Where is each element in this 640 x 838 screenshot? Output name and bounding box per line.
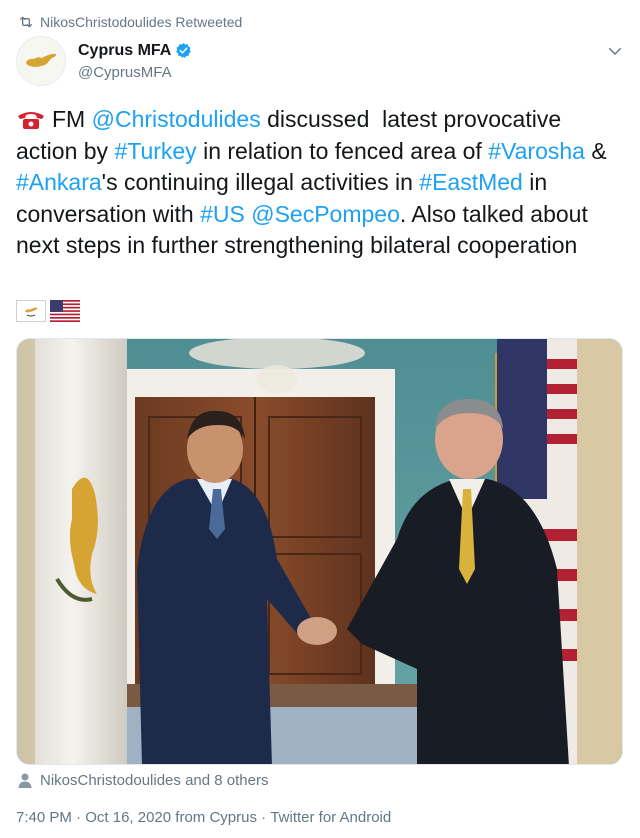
avatar[interactable] bbox=[16, 36, 66, 86]
tweet-time[interactable]: 7:40 PM bbox=[16, 809, 72, 826]
hashtag-link[interactable]: #Turkey bbox=[114, 138, 196, 164]
hashtag-link[interactable]: #Varosha bbox=[488, 138, 585, 164]
retweet-indicator[interactable]: NikosChristodoulides Retweeted bbox=[18, 12, 242, 32]
tweet-text-segment: & bbox=[584, 137, 614, 164]
flag-cyprus-icon bbox=[16, 300, 46, 322]
retweet-text: NikosChristodoulides Retweeted bbox=[40, 14, 243, 30]
flag-emojis bbox=[16, 299, 84, 323]
hashtag-link[interactable]: #US bbox=[200, 201, 245, 227]
author-name[interactable]: Cyprus MFA bbox=[78, 42, 171, 60]
tweet-date[interactable]: Oct 16, 2020 bbox=[85, 809, 171, 826]
liked-by-text: NikosChristodoulides and 8 others bbox=[40, 771, 269, 789]
tweet-photo[interactable] bbox=[16, 338, 623, 765]
tweet-header: Cyprus MFA @CyprusMFA bbox=[16, 36, 624, 86]
meta-separator: · bbox=[71, 808, 86, 826]
cyprus-map-logo-icon bbox=[26, 53, 57, 67]
mention-link[interactable]: @Christodulides bbox=[92, 106, 261, 132]
meta-separator: · bbox=[256, 808, 271, 826]
mention-link[interactable]: @SecPompeo bbox=[251, 201, 400, 227]
tweet-text-segment: 's continuing illegal activities in bbox=[101, 169, 420, 196]
liked-by[interactable]: NikosChristodoulides and 8 others bbox=[18, 770, 268, 790]
verified-badge-icon bbox=[176, 43, 192, 58]
telephone-icon bbox=[18, 112, 44, 129]
tweet-location: from Cyprus bbox=[171, 808, 257, 826]
chevron-down-icon[interactable] bbox=[606, 42, 624, 60]
hashtag-link[interactable]: #Ankara bbox=[16, 169, 102, 195]
tweet-meta: 7:40 PM · Oct 16, 2020 from Cyprus · Twi… bbox=[16, 806, 391, 828]
author-handle[interactable]: @CyprusMFA bbox=[78, 64, 192, 81]
tweet-text: FM @Christodulides discussed latest prov… bbox=[16, 104, 624, 262]
tweet-text-segment: in relation to fenced area of bbox=[196, 137, 489, 164]
retweet-icon bbox=[20, 16, 32, 28]
person-icon bbox=[18, 773, 32, 788]
tweet-text-segment: FM bbox=[52, 106, 92, 132]
tweet-body: FM @Christodulides discussed latest prov… bbox=[16, 106, 613, 258]
flag-usa-icon bbox=[50, 300, 80, 322]
hashtag-link[interactable]: #EastMed bbox=[419, 169, 523, 195]
tweet-client[interactable]: Twitter for Android bbox=[270, 809, 391, 826]
